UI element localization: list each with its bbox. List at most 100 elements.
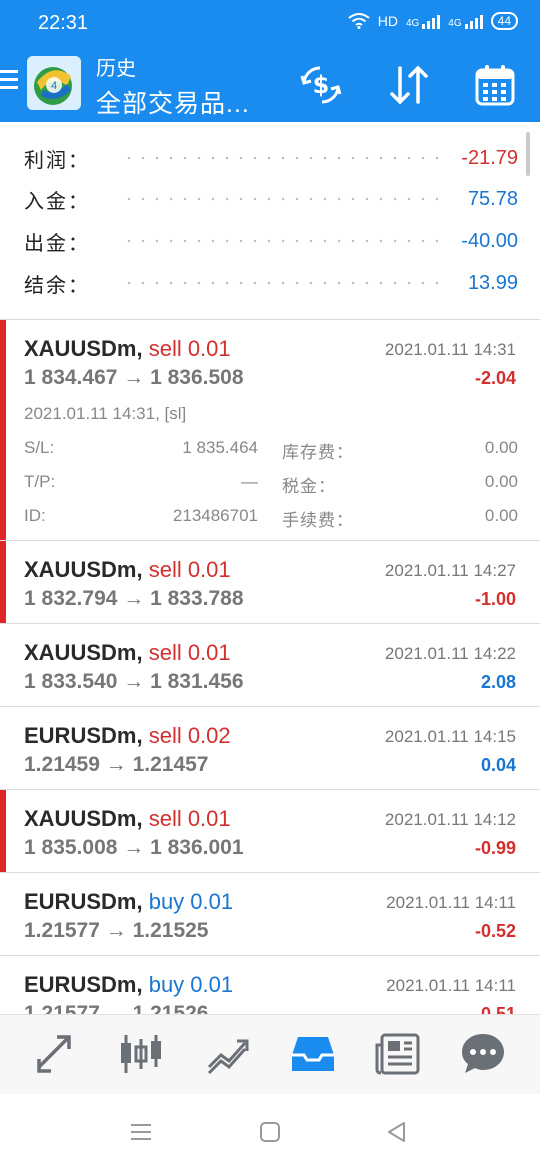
history-icon[interactable] [288,1029,338,1079]
battery-icon: 44 [490,12,518,30]
trade-prices: 1 834.467 → 1 836.508 [24,366,244,389]
dot-leader [122,280,440,286]
system-nav [0,1094,540,1170]
trade-prices: 1 833.540 → 1 831.456 [24,670,244,693]
detail-value: — [241,472,258,491]
trade-time: 2021.01.11 14:15 [384,727,516,746]
trade-profit: -0.99 [474,838,516,858]
trade-prices: 1.21459 → 1.21457 [24,753,209,776]
summary-value: 75.78 [467,187,518,210]
summary-profit-row: 利润： -21.79 [24,138,518,178]
detail-value: 0.00 [484,472,518,491]
trade-prices: 1 835.008 → 1 836.001 [24,836,244,859]
summary-value: -21.79 [461,146,518,169]
quotes-icon[interactable] [31,1029,81,1079]
hd-label: HD [377,13,398,29]
summary-label: 结余： [24,274,90,297]
app-bar: 4 历史 全部交易品... $ [0,48,540,122]
status-icons: HD 4G 4G 44 [348,12,518,30]
dot-leader [122,196,440,202]
signal-icon: 4G [405,13,441,29]
trade-row[interactable]: EURUSDm, buy 0.01 2021.01.11 14:11 1.215… [0,956,540,1014]
trade-prices: 1.21577 → 1.21525 [24,919,209,942]
trade-prices: 1 832.794 → 1 833.788 [24,587,244,610]
detail-key: 税金： [282,477,336,496]
detail-key: S/L: [24,438,55,457]
detail-key: T/P: [24,472,56,491]
trade-list[interactable]: XAUUSDm, sell 0.01 2021.01.11 14:31 1 83… [0,320,540,1014]
news-icon[interactable] [374,1029,424,1079]
detail-value: 0.00 [484,506,518,525]
detail-value: 213486701 [172,506,258,525]
trade-row[interactable]: XAUUSDm, sell 0.01 2021.01.11 14:12 1 83… [0,790,540,873]
status-time: 22:31 [38,12,89,34]
signal-label-2: 4G [448,18,462,29]
detail-row-tp: T/P: — 税金： 0.00 [24,472,518,502]
trade-symbol: EURUSDm, buy 0.01 [24,889,234,914]
summary-deposit-row: 入金： 75.78 [24,179,518,219]
summary-value: -40.00 [461,229,518,252]
summary-label: 出金： [24,232,90,255]
signal-icon-2: 4G [448,13,483,29]
trade-profit: -0.51 [474,1004,516,1014]
trade-side: sell 0.02 [148,723,231,748]
trade-icon[interactable] [203,1029,253,1079]
signal-label: 4G [405,18,420,29]
calendar-icon[interactable] [472,62,518,108]
symbol-filter[interactable]: 全部交易品... [96,84,250,120]
detail-key: ID: [24,506,46,525]
trade-profit: -0.52 [474,921,516,941]
chat-icon[interactable] [458,1029,508,1079]
detail-value: 1 835.464 [182,438,258,457]
trade-symbol: XAUUSDm, sell 0.01 [24,640,231,665]
trade-side: sell 0.01 [148,336,231,361]
summary-label: 利润： [24,149,90,172]
trade-prices: 1.21577 → 1.21526 [24,1002,209,1014]
trade-profit: -1.00 [474,589,516,609]
trade-profit: 0.04 [480,755,516,775]
scrollbar[interactable] [526,132,530,176]
dot-leader [122,155,440,161]
trade-side: sell 0.01 [148,806,231,831]
trade-time: 2021.01.11 14:27 [384,561,516,580]
detail-row-sl: S/L: 1 835.464 库存费： 0.00 [24,438,518,468]
menu-icon[interactable] [128,1120,154,1144]
trade-row[interactable]: XAUUSDm, sell 0.01 2021.01.11 14:27 1 83… [0,541,540,624]
trade-time: 2021.01.11 14:11 [386,893,516,912]
status-bar: 22:31 HD 4G 4G 44 [0,0,540,48]
trade-symbol: XAUUSDm, sell 0.01 [24,336,231,361]
trade-side: buy 0.01 [148,972,234,997]
svg-text:4: 4 [51,80,57,92]
trade-row[interactable]: EURUSDm, buy 0.01 2021.01.11 14:11 1.215… [0,873,540,956]
trade-side: sell 0.01 [148,640,231,665]
detail-row-id: ID: 213486701 手续费： 0.00 [24,506,518,536]
detail-key: 库存费： [282,443,354,462]
home-icon[interactable] [257,1120,283,1144]
trade-row[interactable]: XAUUSDm, sell 0.01 2021.01.11 14:22 1 83… [0,624,540,707]
currency-exchange-icon[interactable]: $ [298,62,344,108]
account-summary: 利润： -21.79 入金： 75.78 出金： -40.00 结余： 13.9… [0,122,540,319]
trade-time: 2021.01.11 14:11 [386,976,516,995]
trade-time: 2021.01.11 14:31 [384,340,516,359]
trade-time: 2021.01.11 14:22 [384,644,516,663]
summary-value: 13.99 [467,271,518,294]
trade-side: buy 0.01 [148,889,234,914]
page-title: 历史 [96,58,136,80]
detail-value: 0.00 [484,438,518,457]
detail-key: 手续费： [282,511,354,530]
svg-text:$: $ [313,71,330,99]
trade-row[interactable]: EURUSDm, sell 0.02 2021.01.11 14:15 1.21… [0,707,540,790]
summary-balance-row: 结余： 13.99 [24,263,518,303]
trade-row-expanded[interactable]: XAUUSDm, sell 0.01 2021.01.11 14:31 1 83… [0,320,540,541]
top-bar: 22:31 HD 4G 4G 44 4 历史 全部交易品... $ [0,0,540,122]
trade-symbol: EURUSDm, sell 0.02 [24,723,231,748]
sort-icon[interactable] [386,62,432,108]
trade-symbol: XAUUSDm, sell 0.01 [24,806,231,831]
summary-label: 入金： [24,190,90,213]
chart-icon[interactable] [116,1029,166,1079]
wifi-icon [348,13,370,29]
back-icon[interactable] [384,1120,410,1144]
hamburger-icon[interactable] [0,70,18,94]
trade-symbol: XAUUSDm, sell 0.01 [24,557,231,582]
trade-profit: 2.08 [480,672,516,692]
